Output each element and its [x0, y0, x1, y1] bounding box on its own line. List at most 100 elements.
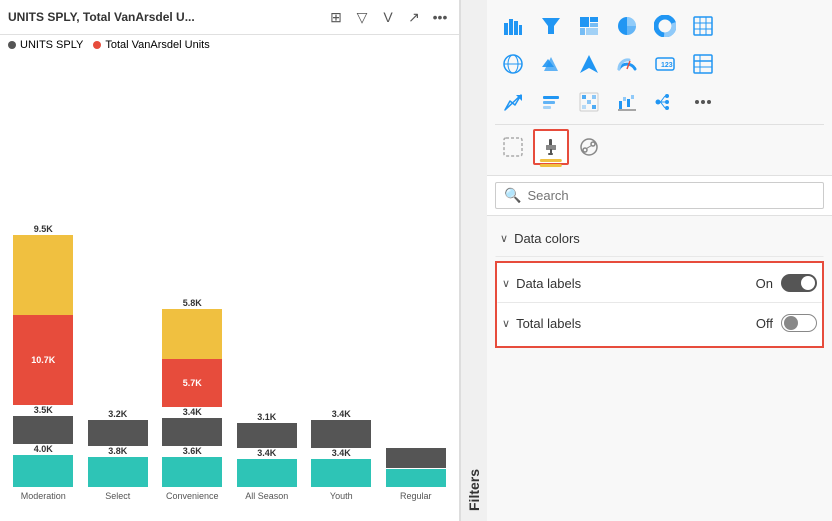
svg-text:123: 123 — [661, 62, 673, 69]
data-labels-toggle-label: On — [756, 276, 773, 291]
viz-icon-numeric-card[interactable]: 123 — [647, 46, 683, 82]
viz-icon-more[interactable] — [685, 84, 721, 120]
search-input[interactable] — [527, 188, 815, 203]
focus-icon[interactable]: V — [377, 6, 399, 28]
bar-group: 9.5K10.7K3.5K4.0KModeration — [8, 224, 79, 501]
viz-icon-decomp-tree[interactable] — [647, 84, 683, 120]
bar-group: 3.1K3.4KAll Season — [232, 412, 303, 501]
bar-sub2 — [311, 459, 371, 487]
format-section-data-labels-header[interactable]: ∨ Data labels On — [498, 268, 821, 298]
data-labels-toggle[interactable] — [781, 274, 817, 292]
bar-sub1 — [311, 420, 371, 448]
viz-icon-analytics[interactable] — [571, 129, 607, 165]
viz-icon-pie-chart[interactable] — [609, 8, 645, 44]
total-labels-label: Total labels — [516, 316, 581, 331]
bar-sub2-label: 3.8K — [108, 446, 127, 456]
viz-icon-waterfall[interactable] — [609, 84, 645, 120]
bar-label-top: 5.8K — [183, 298, 202, 308]
bar-sub2 — [162, 457, 222, 487]
bar-sub1 — [386, 448, 446, 468]
search-section: 🔍 — [487, 176, 832, 216]
viz-pane-content: Filters — [460, 0, 832, 521]
viz-icon-table[interactable] — [685, 46, 721, 82]
bar-sub1 — [88, 420, 148, 446]
expand-icon[interactable]: ⊞ — [325, 6, 347, 28]
bar-sub2-label: 3.4K — [332, 448, 351, 458]
legend-sply: UNITS SPLY — [8, 39, 83, 51]
search-box[interactable]: 🔍 — [495, 182, 824, 209]
bar-sub2-label: 3.4K — [257, 448, 276, 458]
viz-icon-scatter-heatmap[interactable] — [571, 84, 607, 120]
viz-icon-slicer[interactable] — [533, 84, 569, 120]
viz-icon-matrix[interactable] — [685, 8, 721, 44]
total-labels-chevron: ∨ — [502, 317, 510, 330]
viz-icon-format-visual[interactable] — [533, 129, 569, 165]
filters-title: Filters — [460, 0, 487, 521]
icons-row-3 — [495, 84, 824, 120]
viz-icon-gauge[interactable] — [609, 46, 645, 82]
bar-sub2-label: 3.6K — [183, 446, 202, 456]
bar-bottom: 5.7K — [162, 359, 222, 407]
bar-bottom: 10.7K — [13, 315, 73, 405]
viz-icon-funnel[interactable] — [533, 8, 569, 44]
viz-icon-bar-chart[interactable] — [495, 8, 531, 44]
bar-top — [13, 235, 73, 315]
viz-icon-donut[interactable] — [647, 8, 683, 44]
group-label: Convenience — [166, 491, 219, 501]
bar-sub2 — [88, 457, 148, 487]
legend-vanarsdel-label: Total VanArsdel Units — [105, 39, 209, 51]
bar-sub1-label: 3.4K — [332, 409, 351, 419]
total-labels-toggle-group: Off — [756, 314, 817, 332]
viz-icon-navigation[interactable] — [571, 46, 607, 82]
group-label: Select — [105, 491, 130, 501]
bar-top — [162, 309, 222, 359]
more-icon[interactable]: ••• — [429, 6, 451, 28]
total-labels-toggle-knob — [784, 316, 798, 330]
chart-title: UNITS SPLY, Total VanArsdel U... — [8, 10, 195, 24]
group-label: All Season — [245, 491, 288, 501]
total-labels-toggle[interactable] — [781, 314, 817, 332]
bar-sub2-label: 4.0K — [34, 444, 53, 454]
viz-icon-treemap[interactable] — [571, 8, 607, 44]
legend-row: UNITS SPLY Total VanArsdel Units — [0, 35, 459, 55]
right-panel: Filters — [460, 0, 832, 521]
data-labels-chevron: ∨ — [502, 277, 510, 290]
format-section-total-labels-header[interactable]: ∨ Total labels Off — [498, 308, 821, 338]
format-section-data-labels: ∨ Data labels On — [497, 263, 822, 303]
viz-icon-globe[interactable] — [495, 46, 531, 82]
bar-sub1 — [162, 418, 222, 446]
viz-icons-area: 123 — [487, 0, 832, 521]
bar-label-top: 9.5K — [34, 224, 53, 234]
icons-row-4 — [495, 124, 824, 165]
group-label: Regular — [400, 491, 432, 501]
legend-vanarsdel: Total VanArsdel Units — [93, 39, 209, 51]
chart-header: UNITS SPLY, Total VanArsdel U... ⊞ ▽ V ↗… — [0, 0, 459, 35]
bar-sub2 — [386, 469, 446, 487]
format-section-data-colors: ∨ Data colors — [495, 220, 824, 257]
legend-sply-label: UNITS SPLY — [20, 39, 83, 51]
bar-sub2 — [13, 455, 73, 487]
export-icon[interactable]: ↗ — [403, 6, 425, 28]
bar-sub1-label: 3.4K — [183, 407, 202, 417]
format-section-total-labels: ∨ Total labels Off — [497, 303, 822, 342]
data-labels-toggle-group: On — [756, 274, 817, 292]
viz-icon-shape-map[interactable] — [533, 46, 569, 82]
bar-sub1-label: 3.2K — [108, 409, 127, 419]
format-section-data-colors-header[interactable]: ∨ Data colors — [496, 225, 823, 252]
bar-sub1 — [237, 423, 297, 448]
legend-sply-dot — [8, 41, 16, 49]
filter-icon[interactable]: ▽ — [351, 6, 373, 28]
format-options: ∨ Data colors ∨ Data labels — [487, 216, 832, 521]
legend-vanarsdel-dot — [93, 41, 101, 49]
bar-group: 5.8K 5.7K3.4K 3.6K Convenience — [157, 298, 228, 501]
bar-sub1 — [13, 416, 73, 444]
search-icon: 🔍 — [504, 187, 521, 204]
viz-icon-filters-pane[interactable] — [495, 129, 531, 165]
bar-group: Regular — [381, 447, 452, 501]
data-colors-chevron: ∨ — [500, 232, 508, 245]
icons-row-2: 123 — [495, 46, 824, 82]
total-labels-toggle-label: Off — [756, 316, 773, 331]
bar-group: 3.2K 3.8K Select — [83, 409, 154, 501]
highlighted-format-sections: ∨ Data labels On — [495, 261, 824, 348]
viz-icon-kpi[interactable] — [495, 84, 531, 120]
